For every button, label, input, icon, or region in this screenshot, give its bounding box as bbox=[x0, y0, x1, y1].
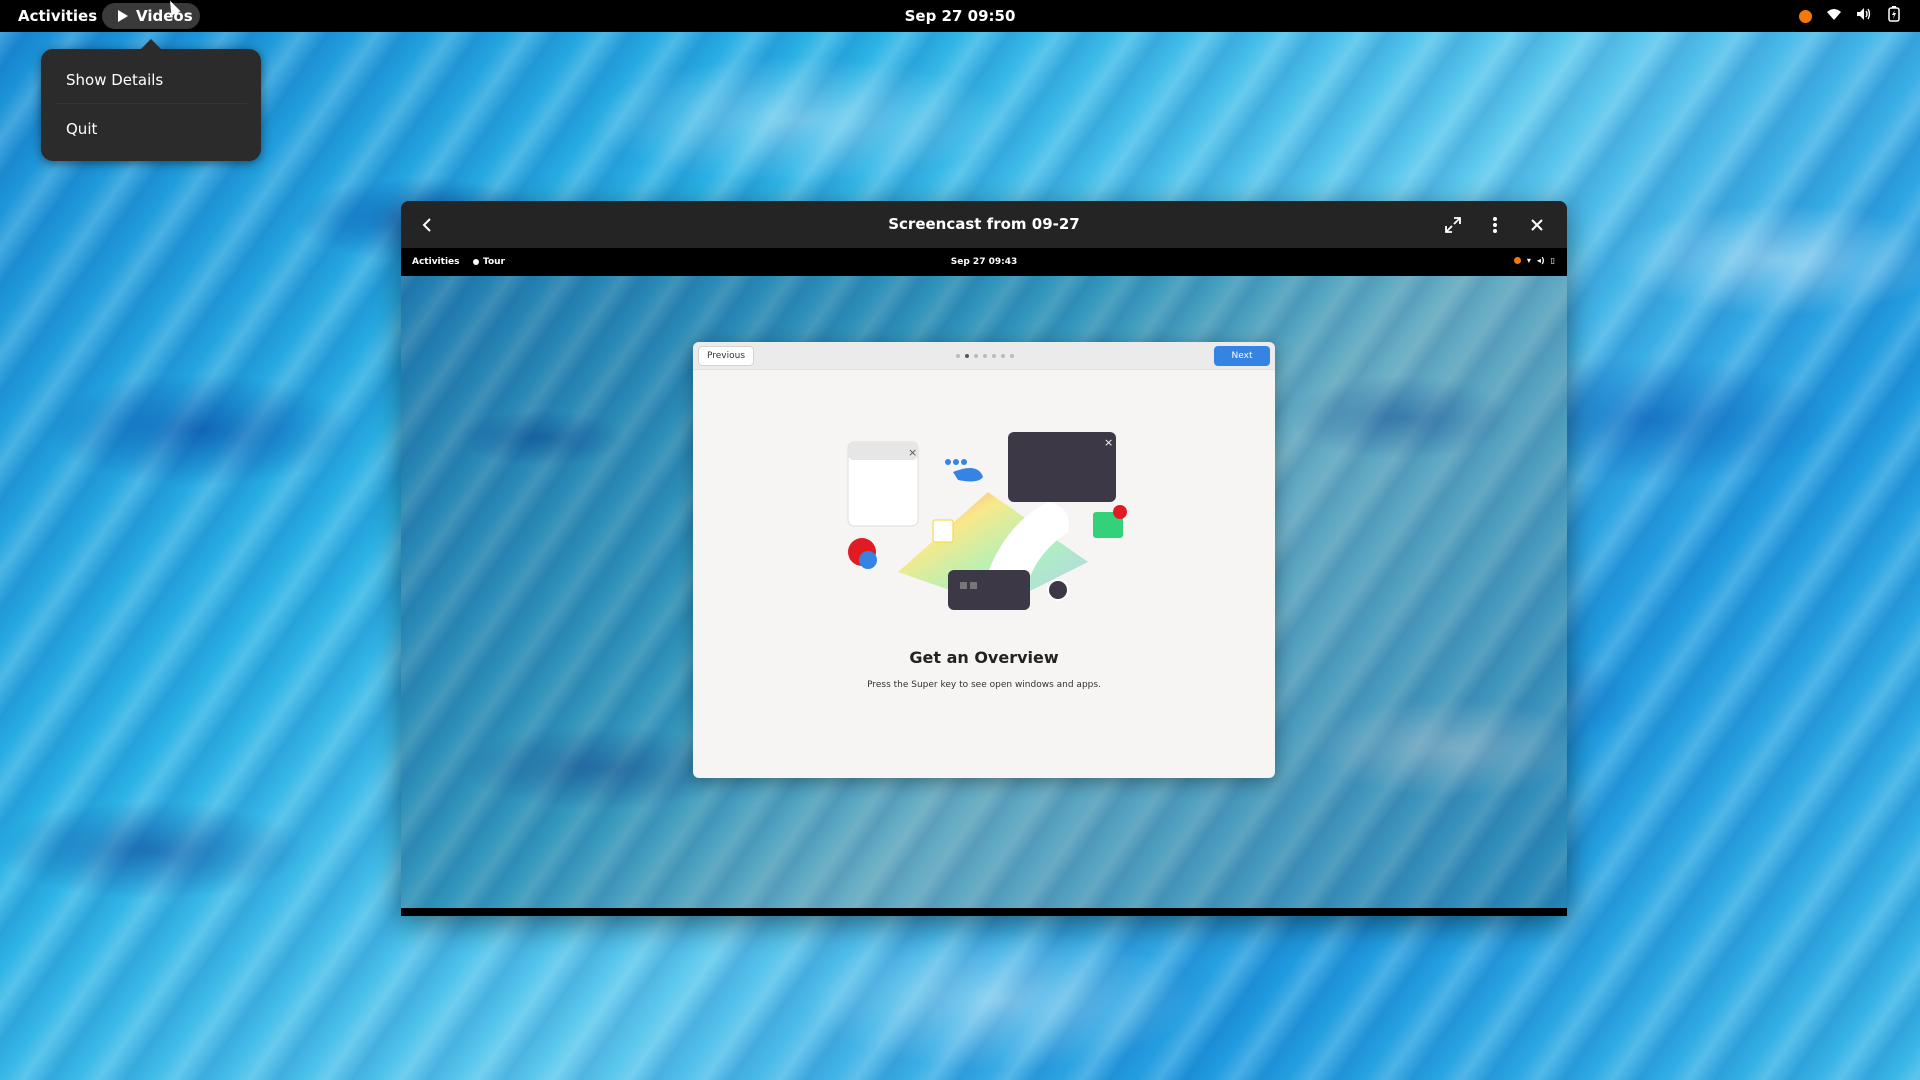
app-menu-button[interactable]: Videos bbox=[102, 3, 200, 29]
tour-previous-button: Previous bbox=[698, 346, 754, 366]
main-menu-button[interactable] bbox=[1480, 210, 1510, 240]
recorded-battery-icon: ▯ bbox=[1550, 256, 1555, 265]
recorded-top-bar: Activities Tour Sep 27 09:43 ▾ ◂) ▯ bbox=[401, 248, 1567, 276]
tour-icon bbox=[473, 259, 479, 265]
play-icon bbox=[118, 10, 128, 22]
recorded-activities-label: Activities bbox=[412, 257, 460, 267]
page-dot bbox=[983, 354, 987, 358]
tour-page-indicator bbox=[956, 354, 1014, 358]
recorded-status-area: ▾ ◂) ▯ bbox=[1513, 256, 1555, 265]
wifi-icon bbox=[1826, 7, 1842, 25]
page-dot bbox=[1001, 354, 1005, 358]
page-dot bbox=[956, 354, 960, 358]
fullscreen-button[interactable] bbox=[1438, 210, 1468, 240]
window-title: Screencast from 09-27 bbox=[888, 215, 1080, 233]
overview-illustration: × × bbox=[847, 432, 1127, 610]
app-menu-popup: Show Details Quit bbox=[41, 39, 261, 161]
svg-text:×: × bbox=[908, 446, 917, 459]
recorded-clock: Sep 27 09:43 bbox=[950, 257, 1018, 267]
page-dot-current bbox=[965, 354, 969, 358]
system-status-area[interactable] bbox=[1799, 6, 1902, 26]
recorded-app-label: Tour bbox=[483, 257, 505, 267]
recorded-volume-icon: ◂) bbox=[1536, 256, 1545, 265]
video-frame[interactable]: Activities Tour Sep 27 09:43 ▾ ◂) ▯ Prev… bbox=[401, 248, 1567, 908]
close-icon bbox=[1531, 219, 1543, 231]
privacy-indicator-icon bbox=[1799, 9, 1812, 23]
close-button[interactable] bbox=[1522, 210, 1552, 240]
recorded-wifi-icon: ▾ bbox=[1526, 256, 1531, 265]
clock[interactable]: Sep 27 09:50 bbox=[905, 7, 1016, 25]
activities-button[interactable]: Activities bbox=[18, 7, 97, 25]
tour-next-button: Next bbox=[1214, 346, 1270, 366]
top-bar: Activities Videos Sep 27 09:50 bbox=[0, 0, 1920, 32]
battery-icon bbox=[1886, 6, 1902, 26]
svg-text:×: × bbox=[1104, 436, 1113, 449]
videos-window: Screencast from 09-27 Activities Tour Se… bbox=[401, 201, 1567, 916]
chevron-left-icon bbox=[422, 218, 431, 232]
header-bar: Screencast from 09-27 bbox=[401, 201, 1567, 248]
page-dot bbox=[992, 354, 996, 358]
recorded-app-indicator: Tour bbox=[473, 257, 505, 267]
video-bottom-bar bbox=[401, 908, 1567, 916]
menu-item-quit[interactable]: Quit bbox=[66, 120, 97, 138]
menu-separator bbox=[55, 103, 247, 104]
volume-icon bbox=[1856, 7, 1872, 25]
fullscreen-icon bbox=[1445, 217, 1461, 233]
kebab-menu-icon bbox=[1493, 217, 1497, 233]
page-dot bbox=[1010, 354, 1014, 358]
page-dot bbox=[974, 354, 978, 358]
tour-description: Press the Super key to see open windows … bbox=[867, 680, 1101, 690]
recorded-privacy-icon bbox=[1513, 257, 1521, 264]
app-menu-label: Videos bbox=[136, 7, 193, 25]
tour-heading: Get an Overview bbox=[909, 648, 1059, 667]
menu-item-show-details[interactable]: Show Details bbox=[66, 71, 163, 89]
tour-dialog: Previous Next × × Get an Overview Press … bbox=[693, 342, 1275, 778]
back-button[interactable] bbox=[413, 211, 441, 239]
